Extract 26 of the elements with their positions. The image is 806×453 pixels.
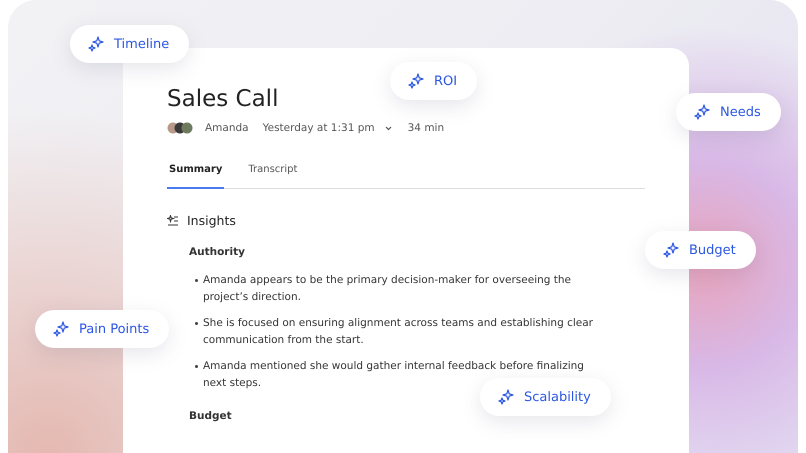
sparkle-icon [408, 73, 424, 89]
caret-icon [384, 126, 392, 130]
tab[interactable]: Transcript [246, 158, 300, 189]
insight-heading: Authority [189, 246, 246, 258]
topic-chip[interactable]: Pain Points [35, 310, 170, 348]
sparkle-icon [663, 242, 679, 258]
call-duration: 34 min [408, 122, 444, 134]
sparkle-icon [498, 389, 514, 405]
call-date[interactable]: Yesterday at 1:31 pm [262, 122, 375, 134]
insight-bullet: She is focused on ensuring alignment across teams and establishing clear communication from the start. [194, 315, 604, 349]
tab[interactable]: Summary [167, 158, 224, 189]
call-title: Sales Call [167, 86, 280, 112]
sparkle-icon [53, 321, 69, 337]
topic-chip[interactable]: Timeline [70, 25, 190, 63]
topic-chip[interactable]: Needs [676, 93, 781, 131]
topic-chip[interactable]: Scalability [480, 378, 611, 416]
participant-name: Amanda [205, 122, 249, 134]
topic-chip[interactable]: ROI [390, 62, 478, 100]
sparkle-icon [88, 36, 104, 52]
sparkle-icon [694, 104, 710, 120]
insight-bullet: Amanda appears to be the primary decision-maker for overseeing the project’s direction. [194, 272, 604, 306]
topic-chip[interactable]: Budget [645, 231, 756, 269]
avatar-group-icon [167, 122, 195, 134]
section-title: Insights [187, 213, 236, 228]
insight-heading: Budget [189, 410, 233, 422]
sparkle-list-icon [167, 215, 179, 226]
